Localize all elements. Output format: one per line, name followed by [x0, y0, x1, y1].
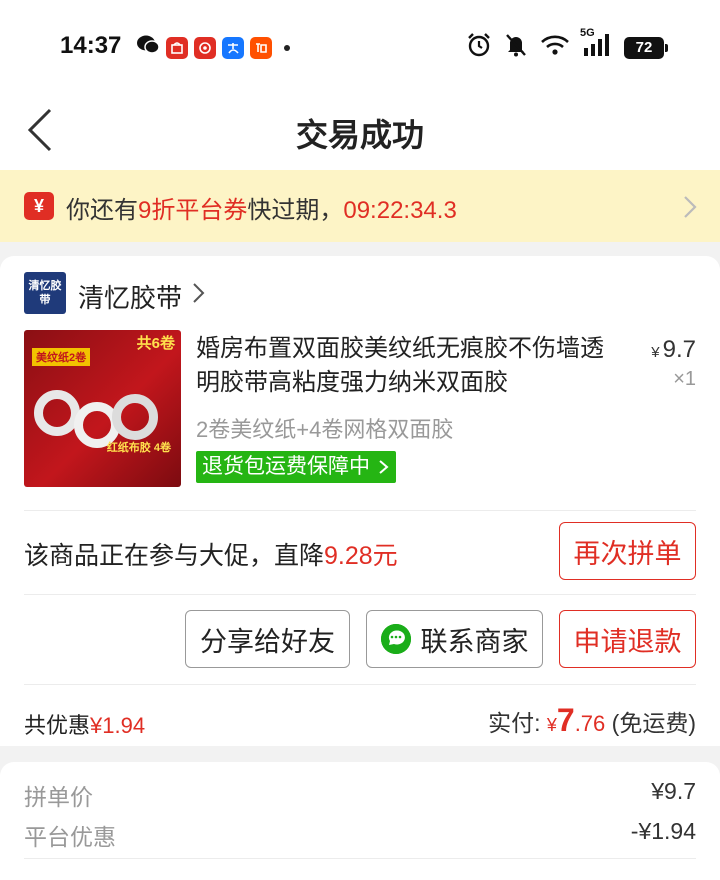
- navigation-bar: 交易成功: [0, 92, 720, 170]
- badge-chevron-right-icon: [379, 460, 389, 475]
- amount-paid: 实付: ¥7.76 (免运费): [488, 702, 696, 738]
- group-price-value: ¥9.7: [651, 778, 696, 804]
- app-notification-icon: [194, 36, 216, 59]
- promo-message: 该商品正在参与大促，直降9.28元: [24, 542, 398, 570]
- shop-logo[interactable]: 清忆胶带: [24, 272, 66, 314]
- coupon-expiry-banner[interactable]: ¥ 你还有9折平台券快过期，09:22:34.3: [0, 170, 720, 242]
- chat-bubble-icon: [380, 624, 411, 654]
- coupon-message: 你还有9折平台券快过期，09:22:34.3: [66, 197, 457, 224]
- shop-name[interactable]: 清忆胶带: [78, 278, 182, 315]
- tape-roll-image: [112, 394, 158, 440]
- group-price-label: 拼单价: [24, 784, 93, 810]
- page-title: 交易成功: [295, 117, 424, 153]
- refund-button[interactable]: 申请退款: [559, 610, 696, 668]
- product-price: ¥9.7: [651, 336, 696, 363]
- product-spec: 2卷美纹纸+4卷网格双面胶: [196, 417, 454, 442]
- coupon-icon: ¥: [24, 192, 54, 220]
- price-details-card: 拼单价 ¥9.7 平台优惠 -¥1.94: [0, 762, 720, 880]
- battery-indicator: 72: [624, 36, 668, 59]
- wechat-notification-icon: [136, 34, 160, 61]
- status-time: 14:37: [60, 32, 122, 59]
- pinduoduo-notification-icon: [166, 36, 188, 59]
- divider: [24, 594, 696, 595]
- chevron-right-icon: [684, 196, 697, 218]
- rebuy-button[interactable]: 再次拼单: [559, 522, 696, 580]
- promo-amount: 9.28元: [324, 542, 398, 570]
- platform-discount-value: -¥1.94: [630, 818, 696, 844]
- more-notifications-dot: [284, 44, 290, 51]
- thumbnail-label: 红纸布胶 4卷: [106, 442, 171, 454]
- product-thumbnail[interactable]: 共6卷 美纹纸2卷 红纸布胶 4卷: [24, 330, 181, 487]
- thumbnail-label: 美纹纸2卷: [32, 348, 91, 366]
- coupon-countdown: 09:22:34.3: [343, 197, 457, 224]
- alarm-icon: [466, 32, 492, 63]
- notification-icons: [136, 34, 290, 61]
- coupon-highlight: 9折平台券: [138, 197, 248, 224]
- divider: [24, 684, 696, 685]
- total-discount: 共优惠¥1.94: [24, 713, 146, 738]
- wifi-icon: [540, 34, 570, 61]
- thumbnail-tag: 共6卷: [136, 335, 175, 352]
- product-title[interactable]: 婚房布置双面胶美纹纸无痕胶不伤墙透明胶带高粘度强力纳米双面胶: [196, 332, 616, 400]
- return-shipping-badge[interactable]: 退货包运费保障中: [196, 451, 396, 483]
- share-button[interactable]: 分享给好友: [185, 610, 350, 668]
- shop-chevron-right-icon[interactable]: [192, 282, 206, 304]
- contact-seller-button[interactable]: 联系商家: [366, 610, 543, 668]
- cellular-signal-icon: 5G: [580, 27, 612, 62]
- order-card: 清忆胶带 清忆胶带 共6卷 美纹纸2卷 红纸布胶 4卷 婚房布置双面胶美纹纸无痕…: [0, 256, 720, 746]
- platform-discount-label: 平台优惠: [24, 824, 116, 850]
- system-icons: 5G 72: [466, 27, 668, 63]
- mute-icon: [504, 32, 528, 63]
- divider: [24, 510, 696, 511]
- taobao-notification-icon: [250, 36, 272, 59]
- tape-roll-image: [34, 390, 80, 436]
- product-quantity: ×1: [673, 368, 696, 390]
- divider: [24, 858, 696, 859]
- status-bar: 14:37 5G 72: [0, 0, 720, 92]
- alipay-notification-icon: [222, 36, 244, 59]
